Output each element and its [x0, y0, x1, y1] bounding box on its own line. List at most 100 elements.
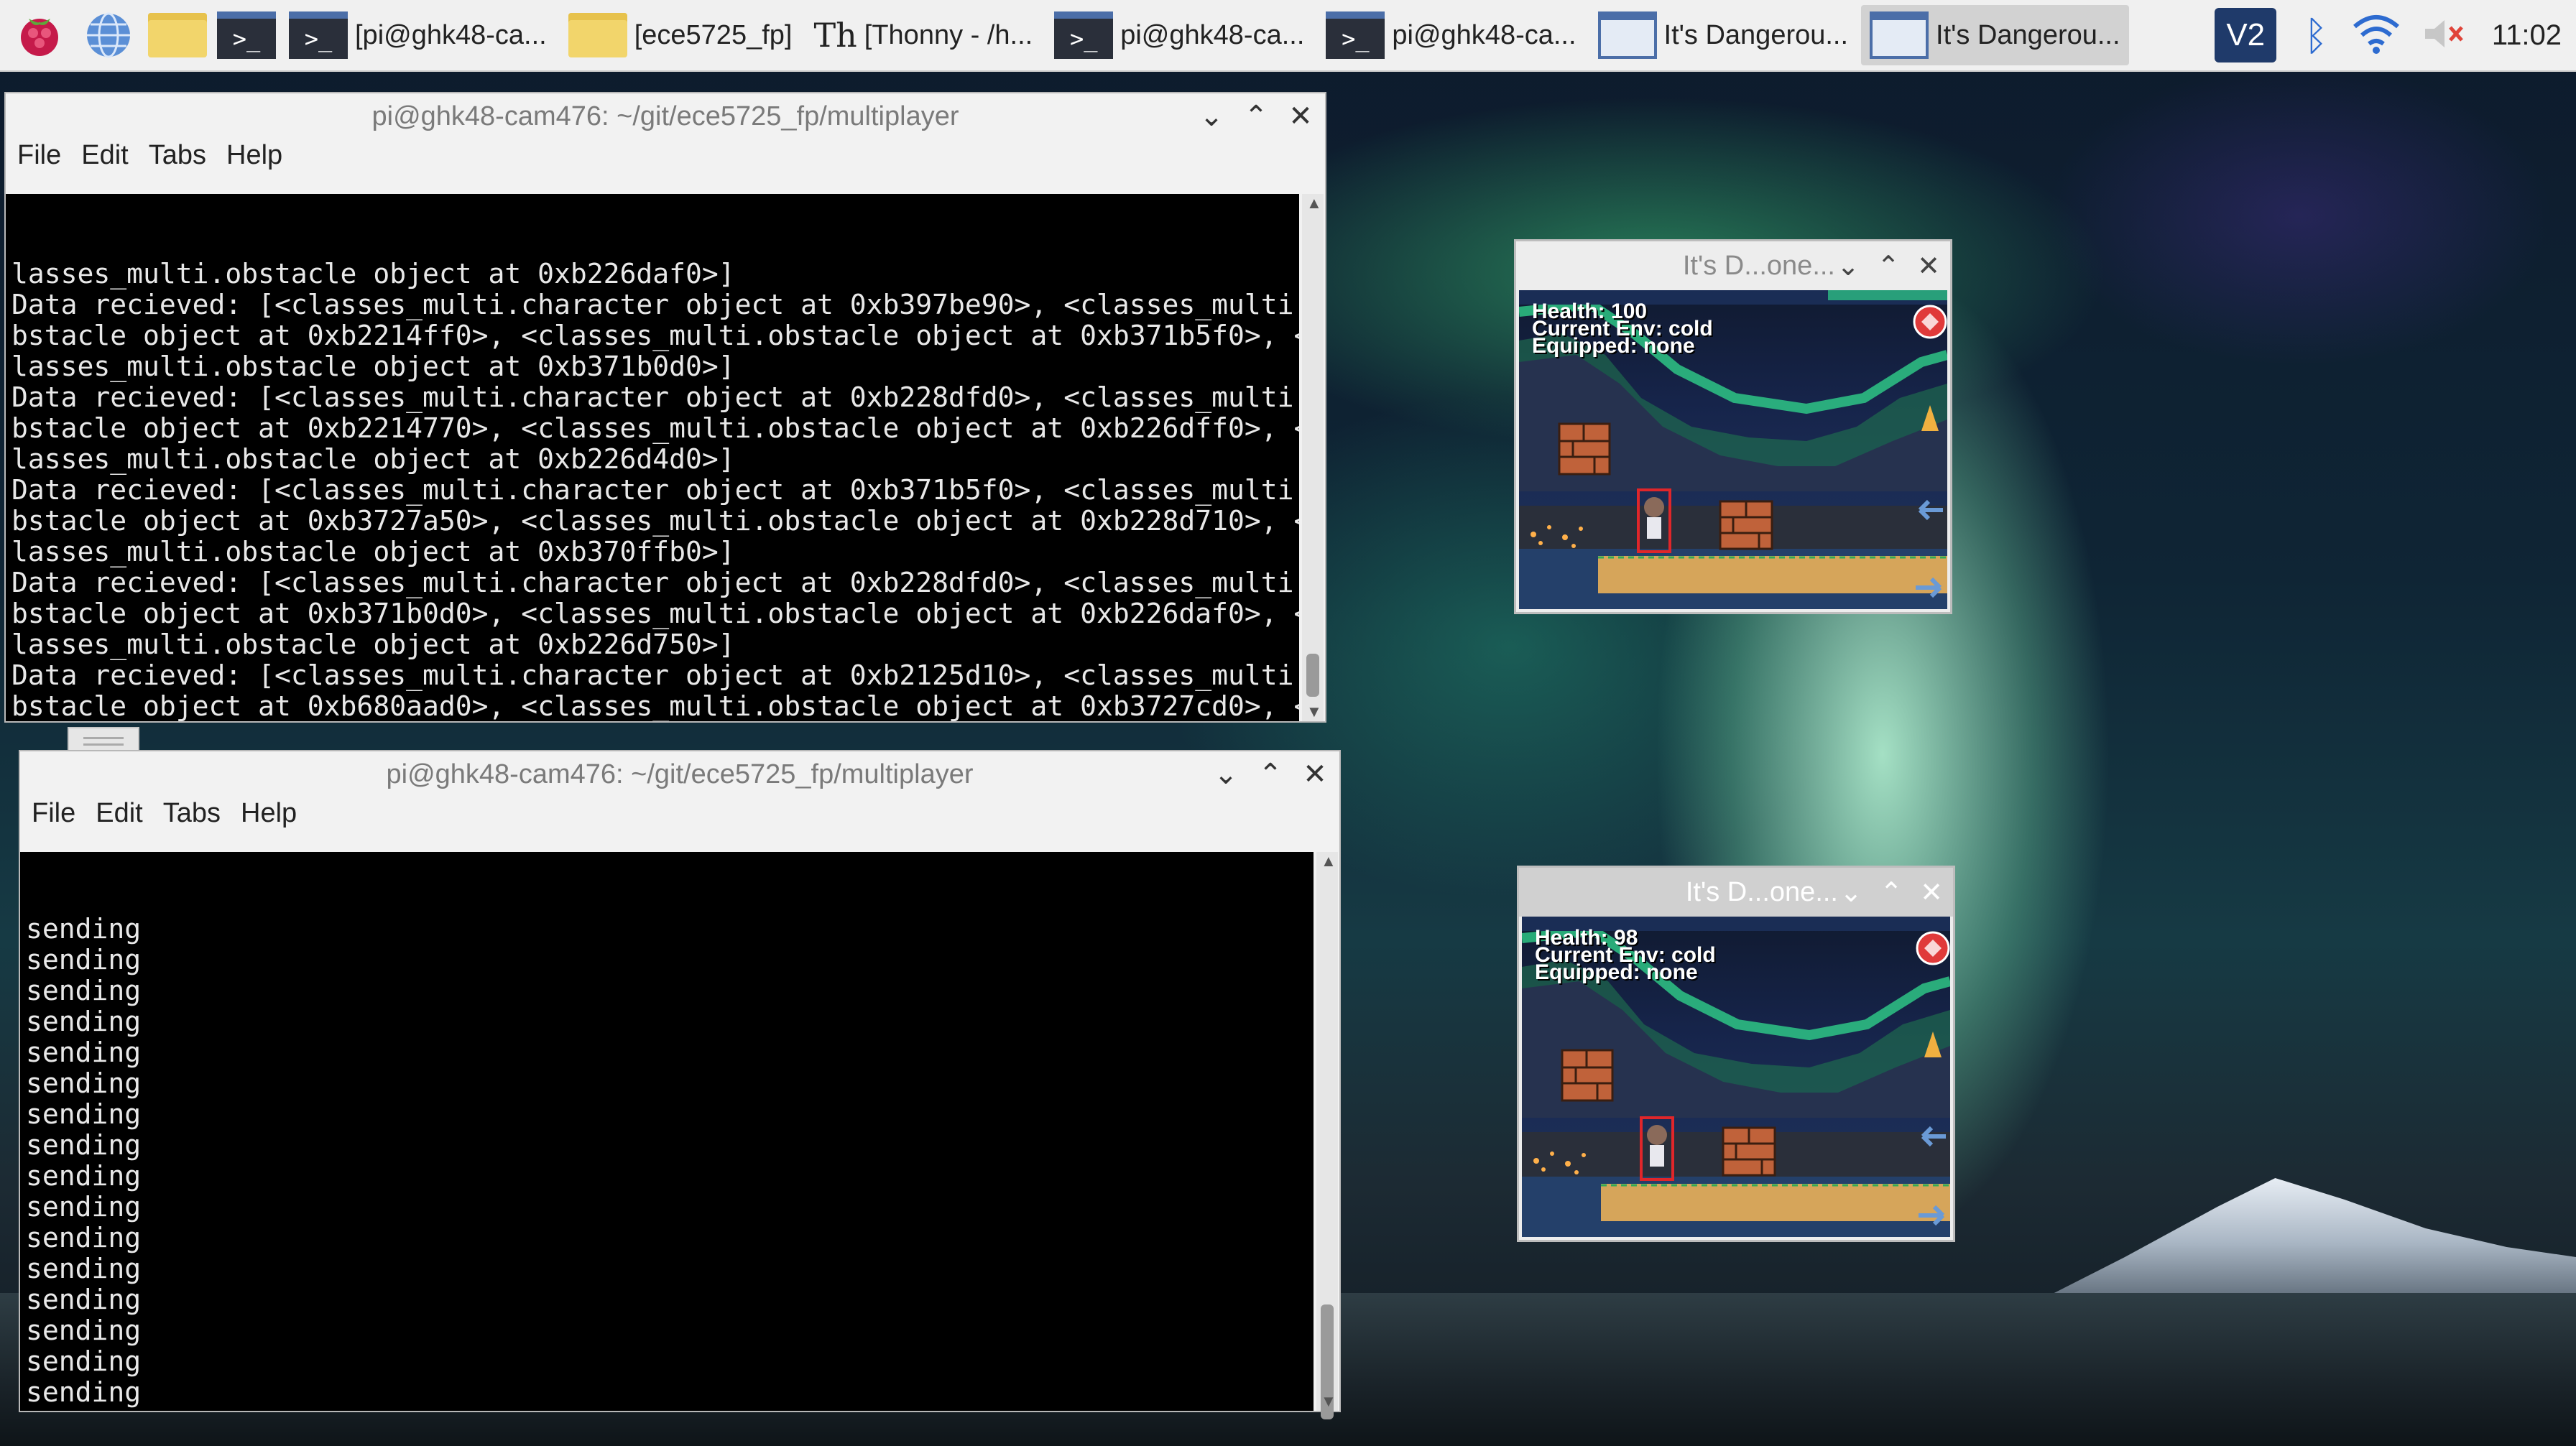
file-manager-icon[interactable]: [148, 6, 207, 65]
terminal-icon: >_: [1326, 11, 1385, 59]
scroll-down-icon[interactable]: ▼: [1306, 703, 1322, 721]
clock[interactable]: 11:02: [2492, 19, 2562, 52]
taskbar-task-game-1[interactable]: It's Dangerou...: [1589, 5, 1857, 65]
taskbar-task-thonny[interactable]: Th [Thonny - /h...: [805, 5, 1041, 65]
minimize-icon[interactable]: ⌄: [1211, 758, 1240, 791]
window-title: pi@ghk48-cam476: ~/git/ece5725_fp/multip…: [386, 759, 974, 789]
folder-icon: [568, 13, 627, 57]
raspberry-menu-icon[interactable]: [10, 6, 69, 65]
scroll-down-icon[interactable]: ▼: [1321, 1392, 1337, 1411]
taskbar-task-terminal-3[interactable]: >_ pi@ghk48-ca...: [1317, 5, 1584, 65]
game-1-titlebar[interactable]: It's D...one... ⌄ ⌃ ✕: [1516, 241, 1950, 290]
close-icon[interactable]: ✕: [1917, 876, 1946, 909]
taskbar-task-terminal-1[interactable]: >_ [pi@ghk48-ca...: [280, 5, 555, 65]
terminal-2-output[interactable]: sending sending sending sending sending sendi…: [20, 852, 1314, 1411]
terminal-2-scrollbar[interactable]: ▲ ▼: [1316, 852, 1338, 1419]
terminal-line: bstacle object at 0xb680aad0>, <classes_…: [11, 690, 1299, 722]
maximize-icon[interactable]: ⌃: [1242, 100, 1270, 133]
terminal-line: Data recieved: [<classes_multi.character…: [11, 381, 1299, 413]
game-window-2: It's D...one... ⌄ ⌃ ✕ Health: 98 Current…: [1519, 868, 1953, 1240]
menu-help[interactable]: Help: [226, 140, 282, 171]
terminal-line: sending: [26, 1037, 142, 1068]
vnc-icon[interactable]: V2: [2215, 8, 2277, 62]
bluetooth-icon[interactable]: ᛒ: [2304, 12, 2328, 59]
close-icon[interactable]: ✕: [1301, 758, 1329, 791]
game-2-hud: Health: 98 Current Env: cold Equipped: n…: [1535, 927, 1716, 984]
menu-tabs[interactable]: Tabs: [163, 798, 221, 829]
terminal-line: sending: [26, 975, 142, 1006]
game-2-titlebar[interactable]: It's D...one... ⌄ ⌃ ✕: [1519, 868, 1953, 917]
game-2-canvas[interactable]: Health: 98 Current Env: cold Equipped: n…: [1522, 917, 1950, 1237]
terminal-line: sending: [26, 1160, 142, 1192]
menu-help[interactable]: Help: [241, 798, 297, 829]
terminal-line: sending: [26, 1345, 142, 1377]
window-icon: [1597, 11, 1657, 59]
taskbar-task-game-2[interactable]: It's Dangerou...: [1861, 5, 2129, 65]
game-1-hud: Health: 100 Current Env: cold Equipped: …: [1532, 301, 1713, 358]
terminal-line: Data recieved: [<classes_multi.character…: [11, 289, 1299, 320]
window-title: It's D...one...: [1685, 876, 1838, 907]
terminal-2-titlebar[interactable]: pi@ghk48-cam476: ~/git/ece5725_fp/multip…: [20, 751, 1339, 797]
task-label: It's Dangerou...: [1936, 19, 2120, 50]
task-label: [ece5725_fp]: [634, 19, 793, 50]
terminal-line: sending: [26, 1191, 142, 1223]
window-title: It's D...one...: [1682, 250, 1835, 281]
terminal-1-menubar: File Edit Tabs Help: [6, 139, 1325, 171]
menu-file[interactable]: File: [17, 140, 61, 171]
maximize-icon[interactable]: ⌃: [1874, 250, 1903, 282]
terminal-line: Data recieved: [<classes_multi.character…: [11, 567, 1299, 598]
terminal-line: sending: [26, 1376, 142, 1408]
terminal-line: sending: [26, 1253, 142, 1284]
scroll-up-icon[interactable]: ▲: [1321, 852, 1337, 871]
close-icon[interactable]: ✕: [1286, 100, 1315, 133]
volume-muted-icon[interactable]: [2422, 16, 2465, 55]
task-label: pi@ghk48-ca...: [1120, 19, 1305, 50]
browser-globe-icon[interactable]: [79, 6, 138, 65]
terminal-window-2: pi@ghk48-cam476: ~/git/ece5725_fp/multip…: [20, 751, 1339, 1419]
minimize-icon[interactable]: ⌄: [1837, 876, 1865, 909]
scroll-thumb[interactable]: [1306, 654, 1319, 697]
window-resize-handle[interactable]: [68, 727, 139, 753]
menu-edit[interactable]: Edit: [96, 798, 142, 829]
game-window-1: It's D...one... ⌄ ⌃ ✕ Health: 100 Curren…: [1516, 241, 1950, 612]
terminal-line: sending: [26, 1067, 142, 1099]
task-label: [pi@ghk48-ca...: [355, 19, 547, 50]
minimize-icon[interactable]: ⌄: [1197, 100, 1226, 133]
terminal-line: sending: [26, 1098, 142, 1130]
menu-file[interactable]: File: [32, 798, 75, 829]
wifi-icon[interactable]: [2351, 12, 2401, 59]
terminal-2-menubar: File Edit Tabs Help: [20, 797, 1339, 829]
taskbar-task-terminal-2[interactable]: >_ pi@ghk48-ca...: [1045, 5, 1313, 65]
thonny-icon: Th: [813, 16, 857, 55]
terminal-1-titlebar[interactable]: pi@ghk48-cam476: ~/git/ece5725_fp/multip…: [6, 93, 1325, 139]
scroll-up-icon[interactable]: ▲: [1306, 194, 1322, 213]
terminal-line: Data recieved: [<classes_multi.character…: [11, 659, 1299, 691]
terminal-line: Data recieved: [<classes_multi.character…: [11, 474, 1299, 506]
terminal-window-1: pi@ghk48-cam476: ~/git/ece5725_fp/multip…: [6, 93, 1325, 721]
system-tray: V2 ᛒ 11:02: [2215, 0, 2576, 70]
terminal-line: bstacle object at 0xb2214ff0>, <classes_…: [11, 320, 1299, 351]
maximize-icon[interactable]: ⌃: [1877, 876, 1906, 909]
equipped-text: Equipped: none: [1535, 960, 1698, 984]
minimize-icon[interactable]: ⌄: [1834, 250, 1862, 282]
terminal-line: sending: [26, 1284, 142, 1315]
terminal-line: bstacle object at 0xb2214770>, <classes_…: [11, 412, 1299, 444]
maximize-icon[interactable]: ⌃: [1256, 758, 1285, 791]
terminal-launcher-icon[interactable]: >_: [217, 6, 276, 65]
terminal-line: lasses_multi.obstacle object at 0xb226d7…: [11, 629, 735, 660]
close-icon[interactable]: ✕: [1914, 250, 1943, 282]
game-1-canvas[interactable]: Health: 100 Current Env: cold Equipped: …: [1519, 290, 1947, 609]
terminal-line: lasses_multi.obstacle object at 0xb226da…: [11, 258, 735, 289]
terminal-1-output[interactable]: lasses_multi.obstacle object at 0xb226da…: [6, 194, 1299, 721]
taskbar-task-folder[interactable]: [ece5725_fp]: [560, 5, 801, 65]
terminal-line: sending: [26, 1129, 142, 1161]
equipped-text: Equipped: none: [1532, 334, 1695, 358]
menu-tabs[interactable]: Tabs: [149, 140, 206, 171]
terminal-line: sending: [26, 1006, 142, 1037]
task-label: It's Dangerou...: [1663, 19, 1849, 50]
window-title: pi@ghk48-cam476: ~/git/ece5725_fp/multip…: [371, 101, 959, 131]
terminal-1-scrollbar[interactable]: ▲ ▼: [1302, 194, 1324, 721]
menu-edit[interactable]: Edit: [81, 140, 128, 171]
terminal-line: sending: [26, 1315, 142, 1346]
terminal-line: sending: [26, 913, 142, 945]
